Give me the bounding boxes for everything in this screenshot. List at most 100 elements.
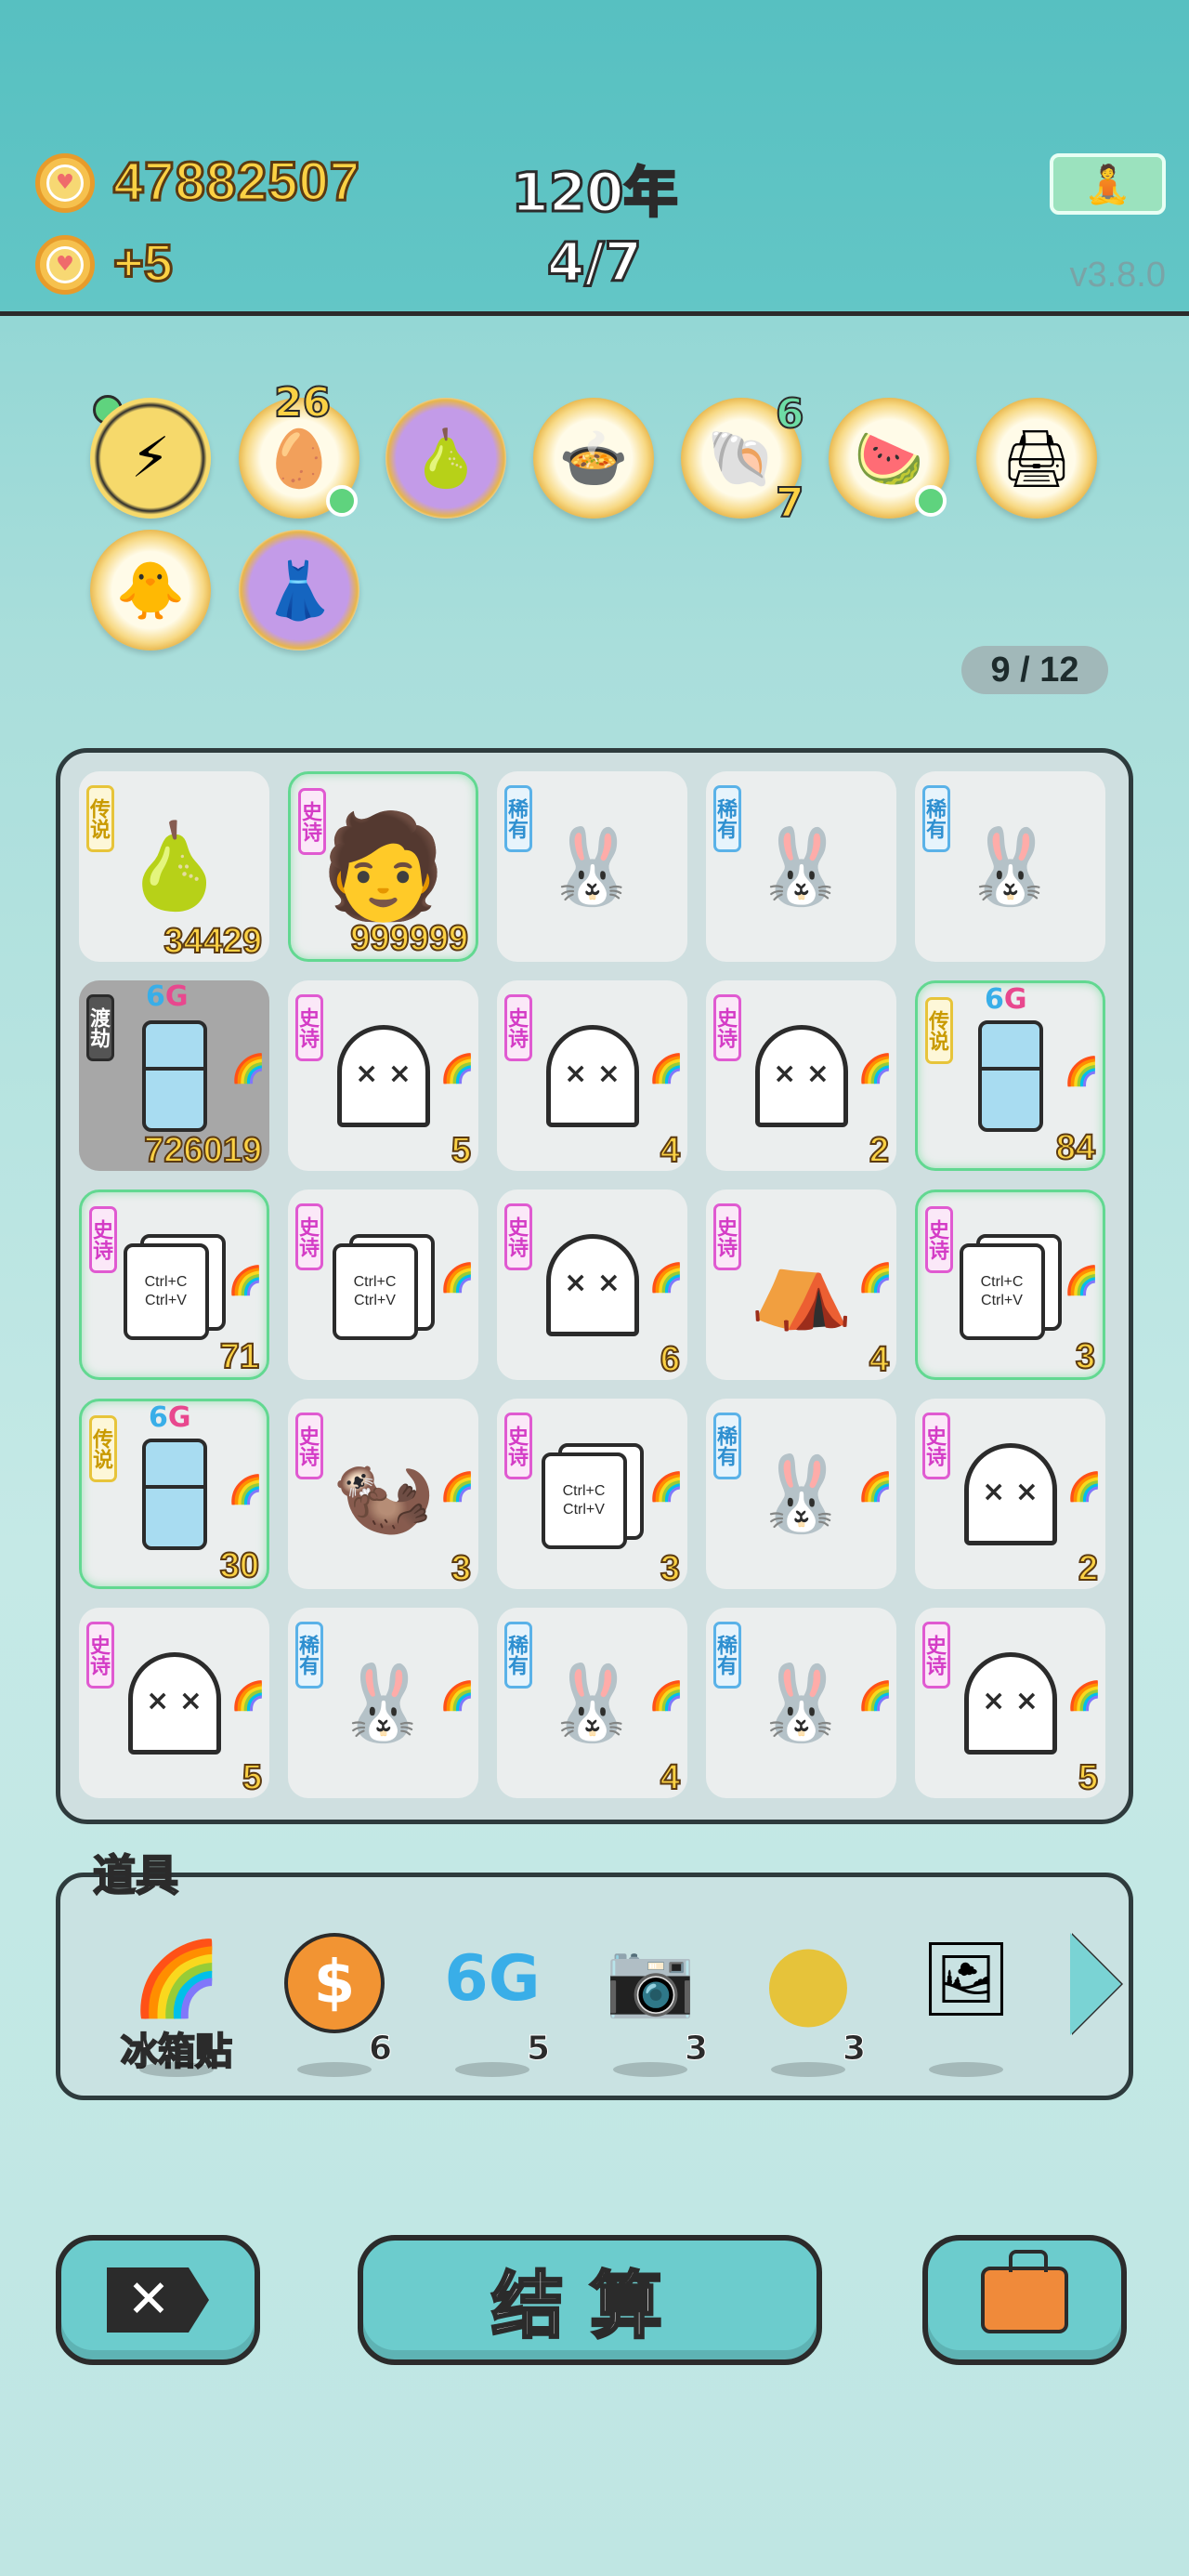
rarity-tag: 稀有 xyxy=(504,1622,532,1689)
cell-count: 3 xyxy=(1075,1336,1096,1377)
printer-icon[interactable]: 🖨 xyxy=(976,398,1097,519)
item-shadow xyxy=(139,2062,214,2077)
rarity-tag: 史诗 xyxy=(89,1206,117,1273)
rainbow-icon: 🌈 xyxy=(439,1680,475,1713)
rainbow-icon: 🌈 xyxy=(228,1265,263,1297)
scroll-right-arrow-icon[interactable] xyxy=(1070,1933,1121,2035)
rainbow-icon: 🌈 xyxy=(1064,1265,1099,1297)
board-cell[interactable]: 史诗 🌈 5 xyxy=(288,980,478,1171)
board-cell[interactable]: Ctrl+C Ctrl+V 史诗 🌈 xyxy=(288,1189,478,1380)
item-gold-ball[interactable]: ● 3 xyxy=(743,1928,873,2077)
game-board: 🍐传说34429🧑史诗999999🐰稀有🐰稀有🐰稀有6G渡劫🌈726019史诗🌈… xyxy=(56,748,1133,1824)
sunglasses-pear-icon[interactable]: 🍐 xyxy=(385,398,506,519)
close-icon: ✕ xyxy=(107,2267,209,2333)
paste-text: Ctrl+V xyxy=(563,1501,605,1518)
pot-duck-icon[interactable]: 🍲 xyxy=(533,398,654,519)
year-counter: 120年 xyxy=(510,160,679,226)
board-cell[interactable]: 🐰 稀有 🌈 4 xyxy=(497,1608,687,1798)
board-cell[interactable]: 6G 传说 🌈 84 xyxy=(915,980,1105,1171)
board-cell[interactable]: 🐰 稀有 xyxy=(497,771,687,962)
cell-count: 726019 xyxy=(143,1130,263,1171)
board-progress-badge: 9 / 12 xyxy=(961,646,1108,694)
board-cell[interactable]: 🐰 稀有 🌈 xyxy=(288,1608,478,1798)
rainbow-icon: 🌈 xyxy=(857,1680,893,1713)
board-cell[interactable]: 6G 传说 🌈 30 xyxy=(79,1399,269,1589)
cell-count: 34429 xyxy=(163,921,263,962)
item-rainbow-sticker[interactable]: 🌈 冰箱贴 xyxy=(111,1928,242,2077)
item-count: 3 xyxy=(842,2030,866,2069)
item-count: 3 xyxy=(684,2030,708,2069)
rarity-tag: 稀有 xyxy=(713,785,741,852)
heart-coin-icon: ♥ xyxy=(35,153,95,213)
board-cell[interactable]: Ctrl+C Ctrl+V 史诗 🌈 3 xyxy=(915,1189,1105,1380)
cell-count: 5 xyxy=(451,1130,472,1171)
rainbow-icon: 🌈 xyxy=(648,1053,684,1085)
rarity-tag: 史诗 xyxy=(504,994,532,1061)
board-cell[interactable]: 🦦 史诗 🌈 3 xyxy=(288,1399,478,1589)
paste-text: Ctrl+V xyxy=(354,1292,396,1308)
board-cell[interactable]: 6G 渡劫 🌈 726019 xyxy=(79,980,269,1171)
item-count: 6 xyxy=(368,2030,392,2069)
bag-button[interactable] xyxy=(922,2235,1127,2365)
cell-count: 84 xyxy=(1055,1127,1096,1168)
item-shadow xyxy=(771,2062,845,2077)
rarity-tag: 传说 xyxy=(925,997,953,1064)
version-label: v3.8.0 xyxy=(1069,256,1166,295)
meditate-button[interactable]: 🧘 xyxy=(1050,153,1166,215)
rainbow-icon: 🌈 xyxy=(648,1471,684,1504)
copy-text: Ctrl+C xyxy=(353,1273,397,1290)
board-cell[interactable]: 🧑 史诗 999999 xyxy=(288,771,478,962)
board-cell[interactable]: 🐰 稀有 xyxy=(915,771,1105,962)
board-cell[interactable]: 史诗 🌈 4 xyxy=(497,980,687,1171)
skirt-icon[interactable]: 👗 xyxy=(239,530,359,651)
cell-count: 3 xyxy=(451,1548,472,1589)
items-title: 道具 xyxy=(92,1849,179,1901)
rainbow-icon: 🌈 xyxy=(230,1053,266,1085)
rarity-tag: 史诗 xyxy=(713,994,741,1061)
cell-count: 2 xyxy=(869,1130,890,1171)
rarity-tag: 史诗 xyxy=(295,1203,323,1270)
item-shadow xyxy=(455,2062,529,2077)
paste-text: Ctrl+V xyxy=(981,1292,1023,1308)
settle-button[interactable]: 结算 xyxy=(358,2235,822,2365)
item-6g[interactable]: 6G 5 xyxy=(427,1928,557,2077)
board-cell[interactable]: 🐰 稀有 🌈 xyxy=(706,1608,896,1798)
cell-count: 30 xyxy=(219,1545,260,1586)
rarity-tag: 传说 xyxy=(86,785,114,852)
rarity-tag: 史诗 xyxy=(713,1203,741,1270)
cell-count: 4 xyxy=(869,1339,890,1380)
shell-count-bottom: 7 xyxy=(775,479,805,528)
board-cell[interactable]: 史诗 🌈 6 xyxy=(497,1189,687,1380)
lightning-icon[interactable]: ⚡ xyxy=(90,398,211,519)
rarity-tag: 史诗 xyxy=(86,1622,114,1689)
board-cell[interactable]: 🐰 稀有 xyxy=(706,771,896,962)
board-cell[interactable]: ⛺ 史诗 🌈 4 xyxy=(706,1189,896,1380)
rarity-tag: 史诗 xyxy=(295,1413,323,1479)
board-cell[interactable]: 史诗 🌈 5 xyxy=(915,1608,1105,1798)
rarity-tag: 稀有 xyxy=(295,1622,323,1689)
round-counter: 4/7 xyxy=(546,230,644,296)
shell-count-top: 6 xyxy=(775,389,805,439)
close-button[interactable]: ✕ xyxy=(56,2235,260,2365)
board-cell[interactable]: 史诗 🌈 2 xyxy=(706,980,896,1171)
coin-total: 47882507 xyxy=(111,151,361,214)
item-camera[interactable]: 📷 3 xyxy=(585,1928,715,2077)
board-cell[interactable]: Ctrl+C Ctrl+V 史诗 🌈 3 xyxy=(497,1399,687,1589)
item-coin[interactable]: $6 xyxy=(269,1928,399,2077)
board-cell[interactable]: 史诗 🌈 5 xyxy=(79,1608,269,1798)
rarity-tag: 史诗 xyxy=(922,1622,950,1689)
rarity-tag: 稀有 xyxy=(504,785,532,852)
rainbow-icon: 🌈 xyxy=(857,1262,893,1295)
board-cell[interactable]: 🐰 稀有 🌈 xyxy=(706,1399,896,1589)
board-cell[interactable]: 🍐 传说 34429 xyxy=(79,771,269,962)
item-shadow xyxy=(613,2062,687,2077)
chick-egg-icon[interactable]: 🐥 xyxy=(90,530,211,651)
camera-icon: 📷 xyxy=(605,1938,696,2021)
cell-count: 5 xyxy=(1078,1757,1099,1798)
rarity-tag: 史诗 xyxy=(925,1206,953,1273)
item-framed-fridge[interactable]: 🖼 xyxy=(901,1928,1031,2077)
board-cell[interactable]: 史诗 🌈 2 xyxy=(915,1399,1105,1589)
board-cell[interactable]: Ctrl+C Ctrl+V 史诗 🌈 71 xyxy=(79,1189,269,1380)
cell-count: 71 xyxy=(219,1336,260,1377)
cell-count: 5 xyxy=(242,1757,263,1798)
